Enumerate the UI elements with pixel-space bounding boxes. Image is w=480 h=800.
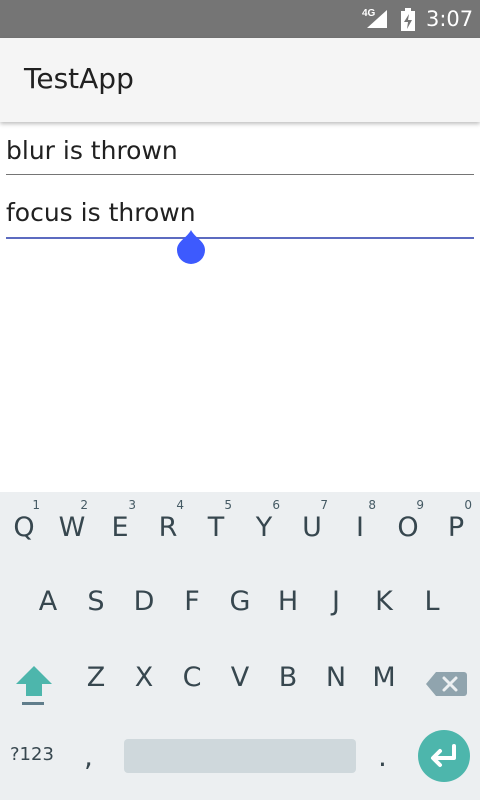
key-label: E <box>111 512 129 543</box>
key-s[interactable]: S <box>72 576 120 636</box>
key-b[interactable]: B <box>264 652 312 712</box>
key-label: S <box>87 586 105 617</box>
key-w[interactable]: 2W <box>48 492 96 552</box>
key-label: Y <box>255 512 273 543</box>
key-label: L <box>424 586 440 617</box>
key-j[interactable]: J <box>312 576 360 636</box>
key-label: H <box>277 586 299 617</box>
key-label: O <box>397 512 419 543</box>
battery-charging-icon <box>400 8 416 37</box>
key-hint: 5 <box>224 498 232 512</box>
text-field-focus[interactable]: focus is thrown <box>6 190 474 239</box>
key-e[interactable]: 3E <box>96 492 144 552</box>
key-label: W <box>58 512 86 543</box>
key-label: Z <box>86 662 106 693</box>
key-label: Q <box>13 512 35 543</box>
key-a[interactable]: A <box>24 576 72 636</box>
key-d[interactable]: D <box>120 576 168 636</box>
key-k[interactable]: K <box>360 576 408 636</box>
field-text: focus is thrown <box>6 198 196 227</box>
key-h[interactable]: H <box>264 576 312 636</box>
clock: 3:07 <box>426 7 474 31</box>
key-o[interactable]: 9O <box>384 492 432 552</box>
key-label: B <box>278 662 298 693</box>
key-hint: 1 <box>32 498 40 512</box>
key-m[interactable]: M <box>360 652 408 712</box>
key-i[interactable]: 8I <box>336 492 384 552</box>
key-hint: 3 <box>128 498 136 512</box>
key-f[interactable]: F <box>168 576 216 636</box>
key-l[interactable]: L <box>408 576 456 636</box>
app-bar: TestApp <box>0 38 480 122</box>
key-label: V <box>230 662 250 693</box>
key-q[interactable]: 1Q <box>0 492 48 552</box>
key-hint: 6 <box>272 498 280 512</box>
text-cursor-handle[interactable] <box>176 228 206 264</box>
backspace-icon[interactable] <box>424 668 468 700</box>
key-hint: 7 <box>320 498 328 512</box>
key-hint: 9 <box>416 498 424 512</box>
key-label: U <box>302 512 322 543</box>
key-t[interactable]: 5T <box>192 492 240 552</box>
key-label: D <box>133 586 155 617</box>
key-label: C <box>182 662 202 693</box>
key-v[interactable]: V <box>216 652 264 712</box>
text-field-blur[interactable]: blur is thrown <box>6 128 474 175</box>
space-bar[interactable] <box>124 739 356 773</box>
status-bar: 4G 3:07 <box>0 0 480 38</box>
comma-key[interactable]: , <box>84 740 93 773</box>
key-x[interactable]: X <box>120 652 168 712</box>
key-label: I <box>356 512 364 543</box>
enter-icon[interactable] <box>418 730 470 782</box>
key-hint: 4 <box>176 498 184 512</box>
key-label: A <box>38 586 58 617</box>
key-label: X <box>134 662 154 693</box>
field-text: blur is thrown <box>6 136 178 165</box>
key-label: R <box>158 512 178 543</box>
key-hint: 8 <box>368 498 376 512</box>
key-label: P <box>447 512 465 543</box>
key-label: K <box>375 586 393 617</box>
key-label: J <box>332 586 340 617</box>
key-hint: 2 <box>80 498 88 512</box>
symbols-key[interactable]: ?123 <box>10 744 66 765</box>
key-n[interactable]: N <box>312 652 360 712</box>
key-hint: 0 <box>464 498 472 512</box>
key-r[interactable]: 4R <box>144 492 192 552</box>
key-p[interactable]: 0P <box>432 492 480 552</box>
key-g[interactable]: G <box>216 576 264 636</box>
key-u[interactable]: 7U <box>288 492 336 552</box>
key-label: M <box>372 662 396 693</box>
key-label: G <box>229 586 251 617</box>
app-title: TestApp <box>24 62 134 95</box>
soft-keyboard: 1Q 2W 3E 4R 5T 6Y 7U 8I 9O 0P A S D F G … <box>0 492 480 800</box>
cell-signal-icon <box>365 8 389 35</box>
key-z[interactable]: Z <box>72 652 120 712</box>
key-label: N <box>325 662 347 693</box>
key-y[interactable]: 6Y <box>240 492 288 552</box>
period-key[interactable]: . <box>378 740 387 773</box>
key-c[interactable]: C <box>168 652 216 712</box>
key-label: T <box>207 512 225 543</box>
shift-icon[interactable] <box>12 664 56 708</box>
key-label: F <box>184 586 200 617</box>
